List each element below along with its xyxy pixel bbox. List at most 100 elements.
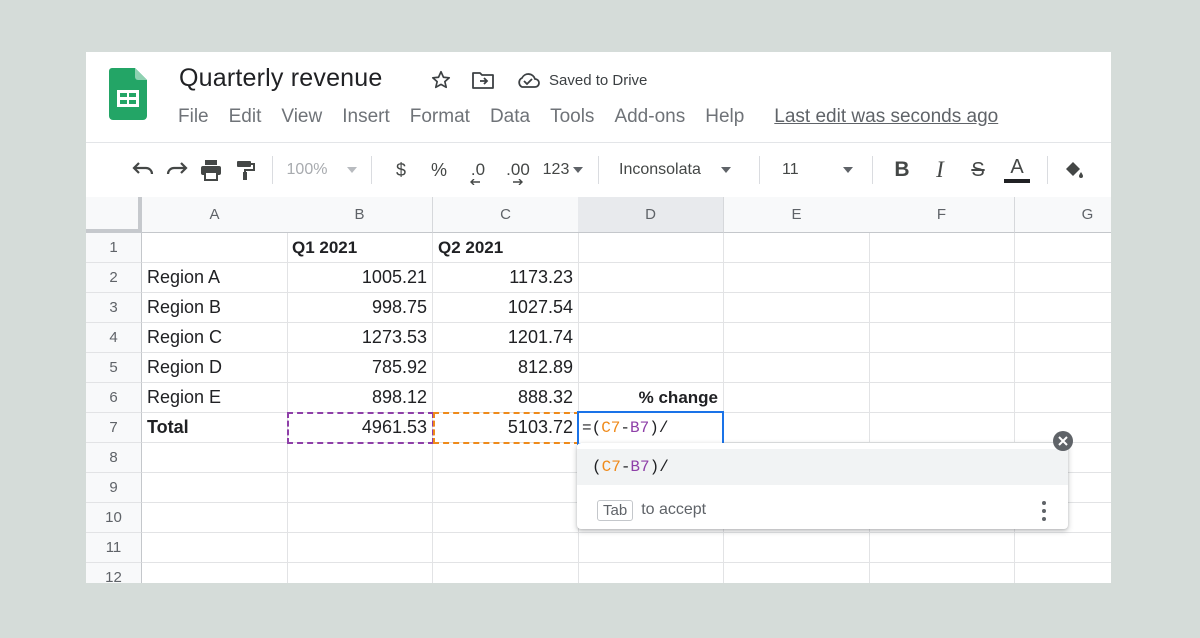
row-header-9[interactable]: 9 [86, 473, 142, 503]
cell-g1[interactable] [1015, 233, 1111, 263]
cell-g4[interactable] [1015, 323, 1111, 353]
cell-e12[interactable] [724, 563, 870, 583]
cell-g6[interactable] [1015, 383, 1111, 413]
column-header-g[interactable]: G [1015, 197, 1111, 233]
cell-a10[interactable] [142, 503, 288, 533]
cell-d2[interactable] [578, 263, 724, 293]
cell-b9[interactable] [287, 473, 433, 503]
cell-a1[interactable] [142, 233, 288, 263]
row-header-8[interactable]: 8 [86, 443, 142, 473]
close-suggestion-icon[interactable] [1053, 431, 1073, 451]
font-family-select[interactable]: Inconsolata [609, 154, 749, 186]
cell-c3[interactable]: 1027.54 [433, 293, 579, 323]
percent-format-button[interactable]: % [420, 154, 458, 186]
save-status[interactable]: Saved to Drive [515, 70, 647, 90]
cell-d6[interactable]: % change [578, 383, 724, 413]
cell-f2[interactable] [869, 263, 1015, 293]
paint-format-icon[interactable] [228, 154, 262, 186]
cell-f3[interactable] [869, 293, 1015, 323]
active-cell-editor[interactable]: =(C7- B7)/ [577, 411, 724, 445]
cell-e11[interactable] [724, 533, 870, 563]
cell-d4[interactable] [578, 323, 724, 353]
cell-a4[interactable]: Region C [142, 323, 288, 353]
menu-help[interactable]: Help [705, 106, 744, 128]
last-edit-link[interactable]: Last edit was seconds ago [774, 106, 998, 128]
cell-f4[interactable] [869, 323, 1015, 353]
cell-b5[interactable]: 785.92 [287, 353, 433, 383]
row-header-1[interactable]: 1 [86, 233, 142, 263]
number-format-select[interactable]: 123 [538, 154, 588, 186]
cell-b6[interactable]: 898.12 [287, 383, 433, 413]
cell-g3[interactable] [1015, 293, 1111, 323]
cell-d11[interactable] [578, 533, 724, 563]
cell-c2[interactable]: 1173.23 [433, 263, 579, 293]
cell-g5[interactable] [1015, 353, 1111, 383]
row-header-12[interactable]: 12 [86, 563, 142, 583]
cell-a5[interactable]: Region D [142, 353, 288, 383]
cell-c1[interactable]: Q2 2021 [433, 233, 579, 263]
text-color-button[interactable]: A [997, 154, 1037, 186]
cell-a6[interactable]: Region E [142, 383, 288, 413]
cell-a9[interactable] [142, 473, 288, 503]
fill-color-icon[interactable] [1058, 154, 1088, 186]
sheets-logo-icon[interactable] [109, 68, 147, 120]
cell-d12[interactable] [578, 563, 724, 583]
cell-b12[interactable] [287, 563, 433, 583]
menu-add-ons[interactable]: Add-ons [614, 106, 685, 128]
move-folder-icon[interactable] [471, 68, 495, 92]
star-icon[interactable] [429, 68, 453, 92]
cell-c12[interactable] [433, 563, 579, 583]
menu-data[interactable]: Data [490, 106, 530, 128]
cell-b2[interactable]: 1005.21 [287, 263, 433, 293]
redo-icon[interactable] [160, 154, 194, 186]
formula-suggestion[interactable]: (C7- B7)/ [577, 449, 1068, 485]
cell-f12[interactable] [869, 563, 1015, 583]
row-header-7[interactable]: 7 [86, 413, 142, 443]
cell-c10[interactable] [433, 503, 579, 533]
cell-d1[interactable] [578, 233, 724, 263]
more-options-icon[interactable] [1042, 501, 1046, 521]
row-header-5[interactable]: 5 [86, 353, 142, 383]
strikethrough-button[interactable]: S [959, 154, 997, 186]
cell-a12[interactable] [142, 563, 288, 583]
menu-edit[interactable]: Edit [229, 106, 262, 128]
row-header-6[interactable]: 6 [86, 383, 142, 413]
cell-b10[interactable] [287, 503, 433, 533]
cell-e1[interactable] [724, 233, 870, 263]
cell-c8[interactable] [433, 443, 579, 473]
cell-c6[interactable]: 888.32 [433, 383, 579, 413]
menu-view[interactable]: View [281, 106, 322, 128]
cell-b4[interactable]: 1273.53 [287, 323, 433, 353]
select-all-corner[interactable] [86, 197, 142, 233]
zoom-select[interactable]: 100% [283, 154, 361, 186]
currency-format-button[interactable]: $ [382, 154, 420, 186]
font-size-select[interactable]: 11 [770, 154, 862, 186]
column-header-a[interactable]: A [142, 197, 288, 233]
cell-f11[interactable] [869, 533, 1015, 563]
decrease-decimal-button[interactable]: .0 [458, 154, 498, 186]
cell-g2[interactable] [1015, 263, 1111, 293]
cell-a3[interactable]: Region B [142, 293, 288, 323]
cell-b1[interactable]: Q1 2021 [287, 233, 433, 263]
cell-f5[interactable] [869, 353, 1015, 383]
cell-a8[interactable] [142, 443, 288, 473]
menu-insert[interactable]: Insert [342, 106, 390, 128]
cell-g11[interactable] [1015, 533, 1111, 563]
row-header-11[interactable]: 11 [86, 533, 142, 563]
column-header-e[interactable]: E [724, 197, 870, 233]
menu-tools[interactable]: Tools [550, 106, 594, 128]
column-header-c[interactable]: C [433, 197, 579, 233]
cell-f1[interactable] [869, 233, 1015, 263]
cell-a11[interactable] [142, 533, 288, 563]
cell-e7[interactable] [724, 413, 870, 443]
cell-f7[interactable] [869, 413, 1015, 443]
row-header-4[interactable]: 4 [86, 323, 142, 353]
cell-c9[interactable] [433, 473, 579, 503]
cell-e2[interactable] [724, 263, 870, 293]
cell-e6[interactable] [724, 383, 870, 413]
cell-c4[interactable]: 1201.74 [433, 323, 579, 353]
row-header-3[interactable]: 3 [86, 293, 142, 323]
cell-e5[interactable] [724, 353, 870, 383]
italic-button[interactable]: I [921, 154, 959, 186]
cell-e3[interactable] [724, 293, 870, 323]
